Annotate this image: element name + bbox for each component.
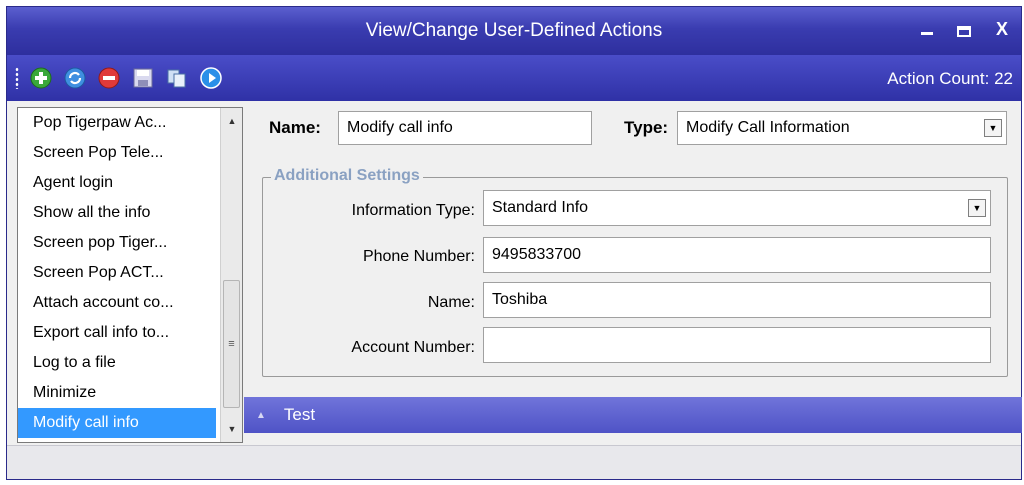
type-select-value: Modify Call Information <box>686 119 850 136</box>
test-label: Test <box>283 405 316 424</box>
delete-action-icon[interactable] <box>97 66 121 90</box>
list-item[interactable]: Export call info to... <box>18 318 216 348</box>
actions-window: View/Change User-Defined Actions X Actio… <box>6 6 1022 480</box>
contact-name-label: Name: <box>427 294 475 311</box>
contact-name-input[interactable] <box>483 282 991 318</box>
list-item[interactable]: Agent login <box>18 168 216 198</box>
maximize-icon[interactable] <box>957 23 975 37</box>
add-action-icon[interactable] <box>29 66 53 90</box>
scroll-up-icon[interactable]: ▲ <box>221 110 242 132</box>
status-bar <box>7 445 1021 479</box>
list-item[interactable]: Screen pop Tiger... <box>18 228 216 258</box>
refresh-icon[interactable] <box>63 66 87 90</box>
copy-icon[interactable] <box>165 66 189 90</box>
scroll-thumb[interactable]: ≡ <box>223 280 240 408</box>
list-scrollbar[interactable]: ▲ ≡ ▼ <box>220 108 242 442</box>
information-type-label: Information Type: <box>351 202 475 219</box>
list-item[interactable]: Attach account co... <box>18 288 216 318</box>
window-controls: X <box>921 19 1011 40</box>
scroll-down-icon[interactable]: ▼ <box>221 418 242 440</box>
chevron-down-icon[interactable]: ▼ <box>984 119 1002 137</box>
chevron-down-icon[interactable]: ▼ <box>968 199 986 217</box>
account-number-input[interactable] <box>483 327 991 363</box>
type-label: Type: <box>624 118 669 137</box>
name-input[interactable] <box>338 111 592 145</box>
list-item[interactable]: Pop Tigerpaw Ac... <box>18 108 216 138</box>
actions-list: Pop Tigerpaw Ac... Screen Pop Tele... Ag… <box>18 108 216 438</box>
window-title: View/Change User-Defined Actions <box>365 20 663 41</box>
save-icon[interactable] <box>131 66 155 90</box>
phone-number-input[interactable] <box>483 237 991 273</box>
additional-settings-group: Additional Settings Information Type: St… <box>262 167 1008 377</box>
name-label: Name: <box>269 118 321 137</box>
type-select[interactable]: Modify Call Information ▼ <box>677 111 1007 145</box>
account-number-label: Account Number: <box>351 339 475 356</box>
action-count: Action Count: 22 <box>887 69 1013 88</box>
toolbar: Action Count: 22 <box>7 55 1021 101</box>
toolbar-grip-icon[interactable] <box>15 67 19 89</box>
test-panel-header[interactable]: ▲ Test <box>244 397 1022 433</box>
play-icon[interactable] <box>199 66 223 90</box>
phone-number-label: Phone Number: <box>362 248 475 265</box>
list-item[interactable]: Screen Pop ACT... <box>18 258 216 288</box>
information-type-select[interactable]: Standard Info ▼ <box>483 190 991 226</box>
list-item-selected[interactable]: Modify call info <box>18 408 216 438</box>
additional-settings-title: Additional Settings <box>271 167 423 185</box>
list-item[interactable]: Minimize <box>18 378 216 408</box>
list-item[interactable]: Log to a file <box>18 348 216 378</box>
expand-icon[interactable]: ▲ <box>256 410 266 421</box>
minimize-icon[interactable] <box>921 24 939 35</box>
actions-listbox[interactable]: Pop Tigerpaw Ac... Screen Pop Tele... Ag… <box>17 107 243 443</box>
list-item[interactable]: Show all the info <box>18 198 216 228</box>
list-item[interactable]: Screen Pop Tele... <box>18 138 216 168</box>
information-type-value: Standard Info <box>492 199 589 216</box>
title-bar[interactable]: View/Change User-Defined Actions X <box>7 7 1021 55</box>
close-icon[interactable]: X <box>993 19 1011 40</box>
